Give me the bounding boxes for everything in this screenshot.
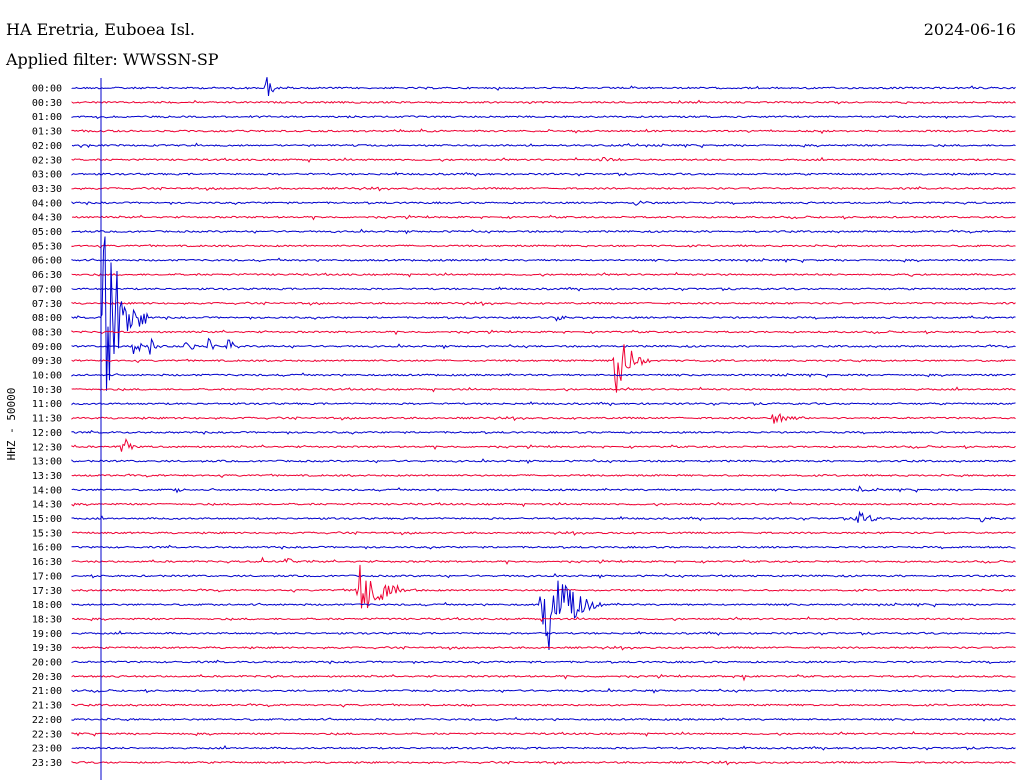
trace-line-0030: [71, 99, 1016, 105]
trace-line-0200: [71, 142, 1016, 149]
row-time-label: 06:00: [32, 256, 62, 267]
row-time-label: 17:30: [32, 586, 62, 597]
row-time-label: 07:30: [32, 299, 62, 310]
trace-line-1700: [71, 573, 1016, 579]
trace-line-0130: [71, 128, 1016, 135]
trace-line-1530: [71, 530, 1016, 536]
trace-group: [71, 77, 1016, 766]
trace-line-1730: [71, 564, 1016, 609]
row-time-label: 06:30: [32, 270, 62, 281]
row-time-label: 08:00: [32, 313, 62, 324]
trace-line-0400: [71, 200, 1016, 206]
row-time-label: 02:30: [32, 155, 62, 166]
trace-line-0600: [71, 257, 1016, 264]
trace-line-1930: [71, 645, 1016, 651]
row-time-label: 04:30: [32, 213, 62, 224]
row-time-label: 13:00: [32, 457, 62, 468]
row-time-label: 15:30: [32, 528, 62, 539]
row-time-label: 00:00: [32, 84, 62, 95]
trace-line-0300: [71, 171, 1016, 177]
trace-line-2330: [71, 760, 1016, 766]
trace-line-2300: [71, 745, 1016, 751]
row-time-label: 10:30: [32, 385, 62, 396]
trace-line-2000: [71, 659, 1016, 665]
row-time-label: 08:30: [32, 327, 62, 338]
trace-line-1000: [71, 372, 1016, 378]
trace-line-1500: [71, 510, 1016, 523]
row-time-label: 16:30: [32, 557, 62, 568]
trace-line-0430: [71, 214, 1016, 221]
trace-line-0000: [71, 77, 1016, 96]
trace-line-2230: [71, 730, 1016, 737]
row-time-label: 17:00: [32, 571, 62, 582]
y-axis-label: HHZ - 50000: [5, 388, 18, 461]
row-time-label: 09:00: [32, 342, 62, 353]
trace-line-1130: [71, 413, 1016, 424]
trace-line-0530: [71, 244, 1016, 249]
row-time-label: 11:30: [32, 414, 62, 425]
row-time-label: 11:00: [32, 399, 62, 410]
trace-line-0630: [71, 271, 1016, 278]
trace-line-1030: [71, 386, 1016, 393]
row-time-label: 18:30: [32, 614, 62, 625]
row-time-label: 04:00: [32, 198, 62, 209]
row-time-label: 07:00: [32, 284, 62, 295]
trace-line-2030: [71, 673, 1016, 682]
row-time-label: 19:30: [32, 643, 62, 654]
trace-line-0900: [71, 337, 1016, 355]
row-time-label: 03:30: [32, 184, 62, 195]
trace-line-2200: [71, 716, 1016, 722]
trace-line-1430: [71, 501, 1016, 508]
helicorder-plot: 00:00 00:30 01:00 01:30 02:00 02:30 03:00 03:30…: [5, 77, 1016, 780]
row-time-label: 01:30: [32, 127, 62, 138]
row-time-label: 21:30: [32, 701, 62, 712]
row-time-label: 03:00: [32, 170, 62, 181]
row-time-label: 05:30: [32, 241, 62, 252]
row-label-group: 00:00 00:30 01:00 01:30 02:00 02:30 03:00 03:30…: [32, 84, 62, 769]
trace-line-1330: [71, 473, 1016, 478]
row-time-label: 18:00: [32, 600, 62, 611]
row-time-label: 01:00: [32, 112, 62, 123]
trace-line-0930: [71, 344, 1016, 393]
trace-line-1200: [71, 430, 1016, 435]
trace-line-0500: [71, 228, 1016, 235]
trace-line-0700: [71, 286, 1016, 292]
row-time-label: 02:00: [32, 141, 62, 152]
trace-line-1230: [71, 437, 1016, 452]
trace-line-0230: [71, 156, 1016, 163]
trace-line-0100: [71, 114, 1016, 119]
trace-line-1100: [71, 401, 1016, 407]
row-time-label: 19:00: [32, 629, 62, 640]
row-time-label: 15:00: [32, 514, 62, 525]
row-time-label: 20:00: [32, 658, 62, 669]
row-time-label: 10:00: [32, 371, 62, 382]
trace-line-0330: [71, 186, 1016, 192]
row-time-label: 22:30: [32, 729, 62, 740]
row-time-label: 05:00: [32, 227, 62, 238]
trace-line-0830: [71, 329, 1016, 336]
trace-line-0730: [71, 301, 1016, 307]
row-time-label: 14:00: [32, 485, 62, 496]
trace-line-1630: [71, 556, 1016, 565]
row-time-label: 13:30: [32, 471, 62, 482]
trace-line-1900: [71, 630, 1016, 636]
row-time-label: 09:30: [32, 356, 62, 367]
trace-line-2100: [71, 687, 1016, 694]
row-time-label: 16:00: [32, 543, 62, 554]
trace-line-2130: [71, 703, 1016, 708]
row-time-label: 23:00: [32, 744, 62, 755]
row-time-label: 20:30: [32, 672, 62, 683]
row-time-label: 21:00: [32, 686, 62, 697]
trace-line-1400: [71, 485, 1016, 494]
row-time-label: 23:30: [32, 758, 62, 769]
row-time-label: 22:00: [32, 715, 62, 726]
trace-line-1300: [71, 458, 1016, 465]
row-time-label: 00:30: [32, 98, 62, 109]
row-time-label: 12:30: [32, 442, 62, 453]
row-time-label: 14:30: [32, 500, 62, 511]
trace-line-1600: [71, 544, 1016, 550]
row-time-label: 12:00: [32, 428, 62, 439]
